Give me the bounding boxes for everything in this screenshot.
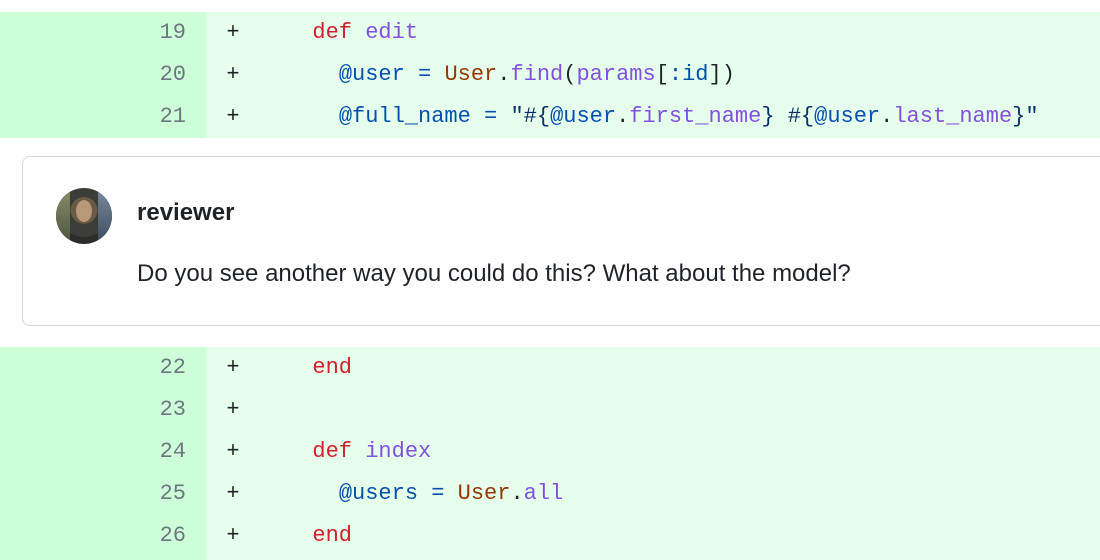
code-line: end xyxy=(286,347,352,389)
diff-line: 22 + end xyxy=(0,347,1100,389)
avatar[interactable] xyxy=(56,188,112,244)
code-token: ]) xyxy=(708,62,735,87)
code-token: all xyxy=(523,481,564,506)
comment-author[interactable]: reviewer xyxy=(137,199,234,227)
code-line: @users = User.all xyxy=(286,473,563,515)
line-number[interactable]: 24 xyxy=(0,431,186,473)
review-comment: reviewer Do you see another way you coul… xyxy=(22,156,1100,326)
addition-marker: + xyxy=(226,439,240,464)
line-number[interactable]: 21 xyxy=(0,96,186,138)
line-number[interactable]: 19 xyxy=(0,12,186,54)
code-token: ( xyxy=(563,62,577,87)
code-token: } #{ xyxy=(761,104,815,129)
code-token: @users xyxy=(338,481,419,506)
addition-marker: + xyxy=(226,62,240,87)
code-token: def xyxy=(312,20,353,45)
code-line: end xyxy=(286,515,352,557)
diff-line: 23 + xyxy=(0,389,1100,431)
code-token: . xyxy=(616,104,630,129)
addition-marker: + xyxy=(226,355,240,380)
addition-marker: + xyxy=(226,481,240,506)
code-line: @user = User.find(params[:id]) xyxy=(286,54,735,96)
code-token: params xyxy=(576,62,656,87)
code-token: index xyxy=(365,439,432,464)
line-number[interactable]: 25 xyxy=(0,473,186,515)
addition-marker: + xyxy=(226,20,240,45)
diff-line: 24 + def index xyxy=(0,431,1100,473)
code-token: first_name xyxy=(629,104,762,129)
diff-line: 25 + @users = User.all xyxy=(0,473,1100,515)
diff-line: 20 + @user = User.find(params[:id]) xyxy=(0,54,1100,96)
code-token: last_name xyxy=(893,104,1013,129)
code-token: def xyxy=(312,439,353,464)
code-token: find xyxy=(510,62,564,87)
code-token: . xyxy=(510,481,524,506)
code-token: User xyxy=(457,481,511,506)
diff-line: 26 + end xyxy=(0,515,1100,557)
line-number[interactable]: 26 xyxy=(0,515,186,557)
code-token: = xyxy=(484,104,498,129)
code-line: @full_name = "#{@user.first_name} #{@use… xyxy=(286,96,1039,138)
code-token: end xyxy=(312,355,353,380)
addition-marker: + xyxy=(226,523,240,548)
code-token: [ xyxy=(655,62,669,87)
line-number[interactable]: 22 xyxy=(0,347,186,389)
code-token: edit xyxy=(365,20,419,45)
review-comment-thread: reviewer Do you see another way you coul… xyxy=(0,138,1100,347)
code-token: @user xyxy=(814,104,881,129)
code-token: @user xyxy=(550,104,617,129)
code-token: "#{ xyxy=(510,104,551,129)
diff-line: 21 + @full_name = "#{@user.first_name} #{… xyxy=(0,96,1100,138)
addition-marker: + xyxy=(226,104,240,129)
code-token: :id xyxy=(668,62,709,87)
code-token: = xyxy=(431,481,445,506)
code-token: end xyxy=(312,523,353,548)
code-token: @full_name xyxy=(338,104,471,129)
code-token: = xyxy=(418,62,432,87)
code-line: def index xyxy=(286,431,431,473)
code-token: @user xyxy=(338,62,405,87)
line-number[interactable]: 20 xyxy=(0,54,186,96)
addition-marker: + xyxy=(226,397,240,422)
code-token: . xyxy=(880,104,894,129)
line-number[interactable]: 23 xyxy=(0,389,186,431)
code-token: }" xyxy=(1012,104,1039,129)
diff-line: 19 + def edit xyxy=(0,12,1100,54)
code-token: . xyxy=(497,62,511,87)
comment-body: Do you see another way you could do this… xyxy=(137,260,851,287)
code-line: def edit xyxy=(286,12,418,54)
code-token: User xyxy=(444,62,498,87)
